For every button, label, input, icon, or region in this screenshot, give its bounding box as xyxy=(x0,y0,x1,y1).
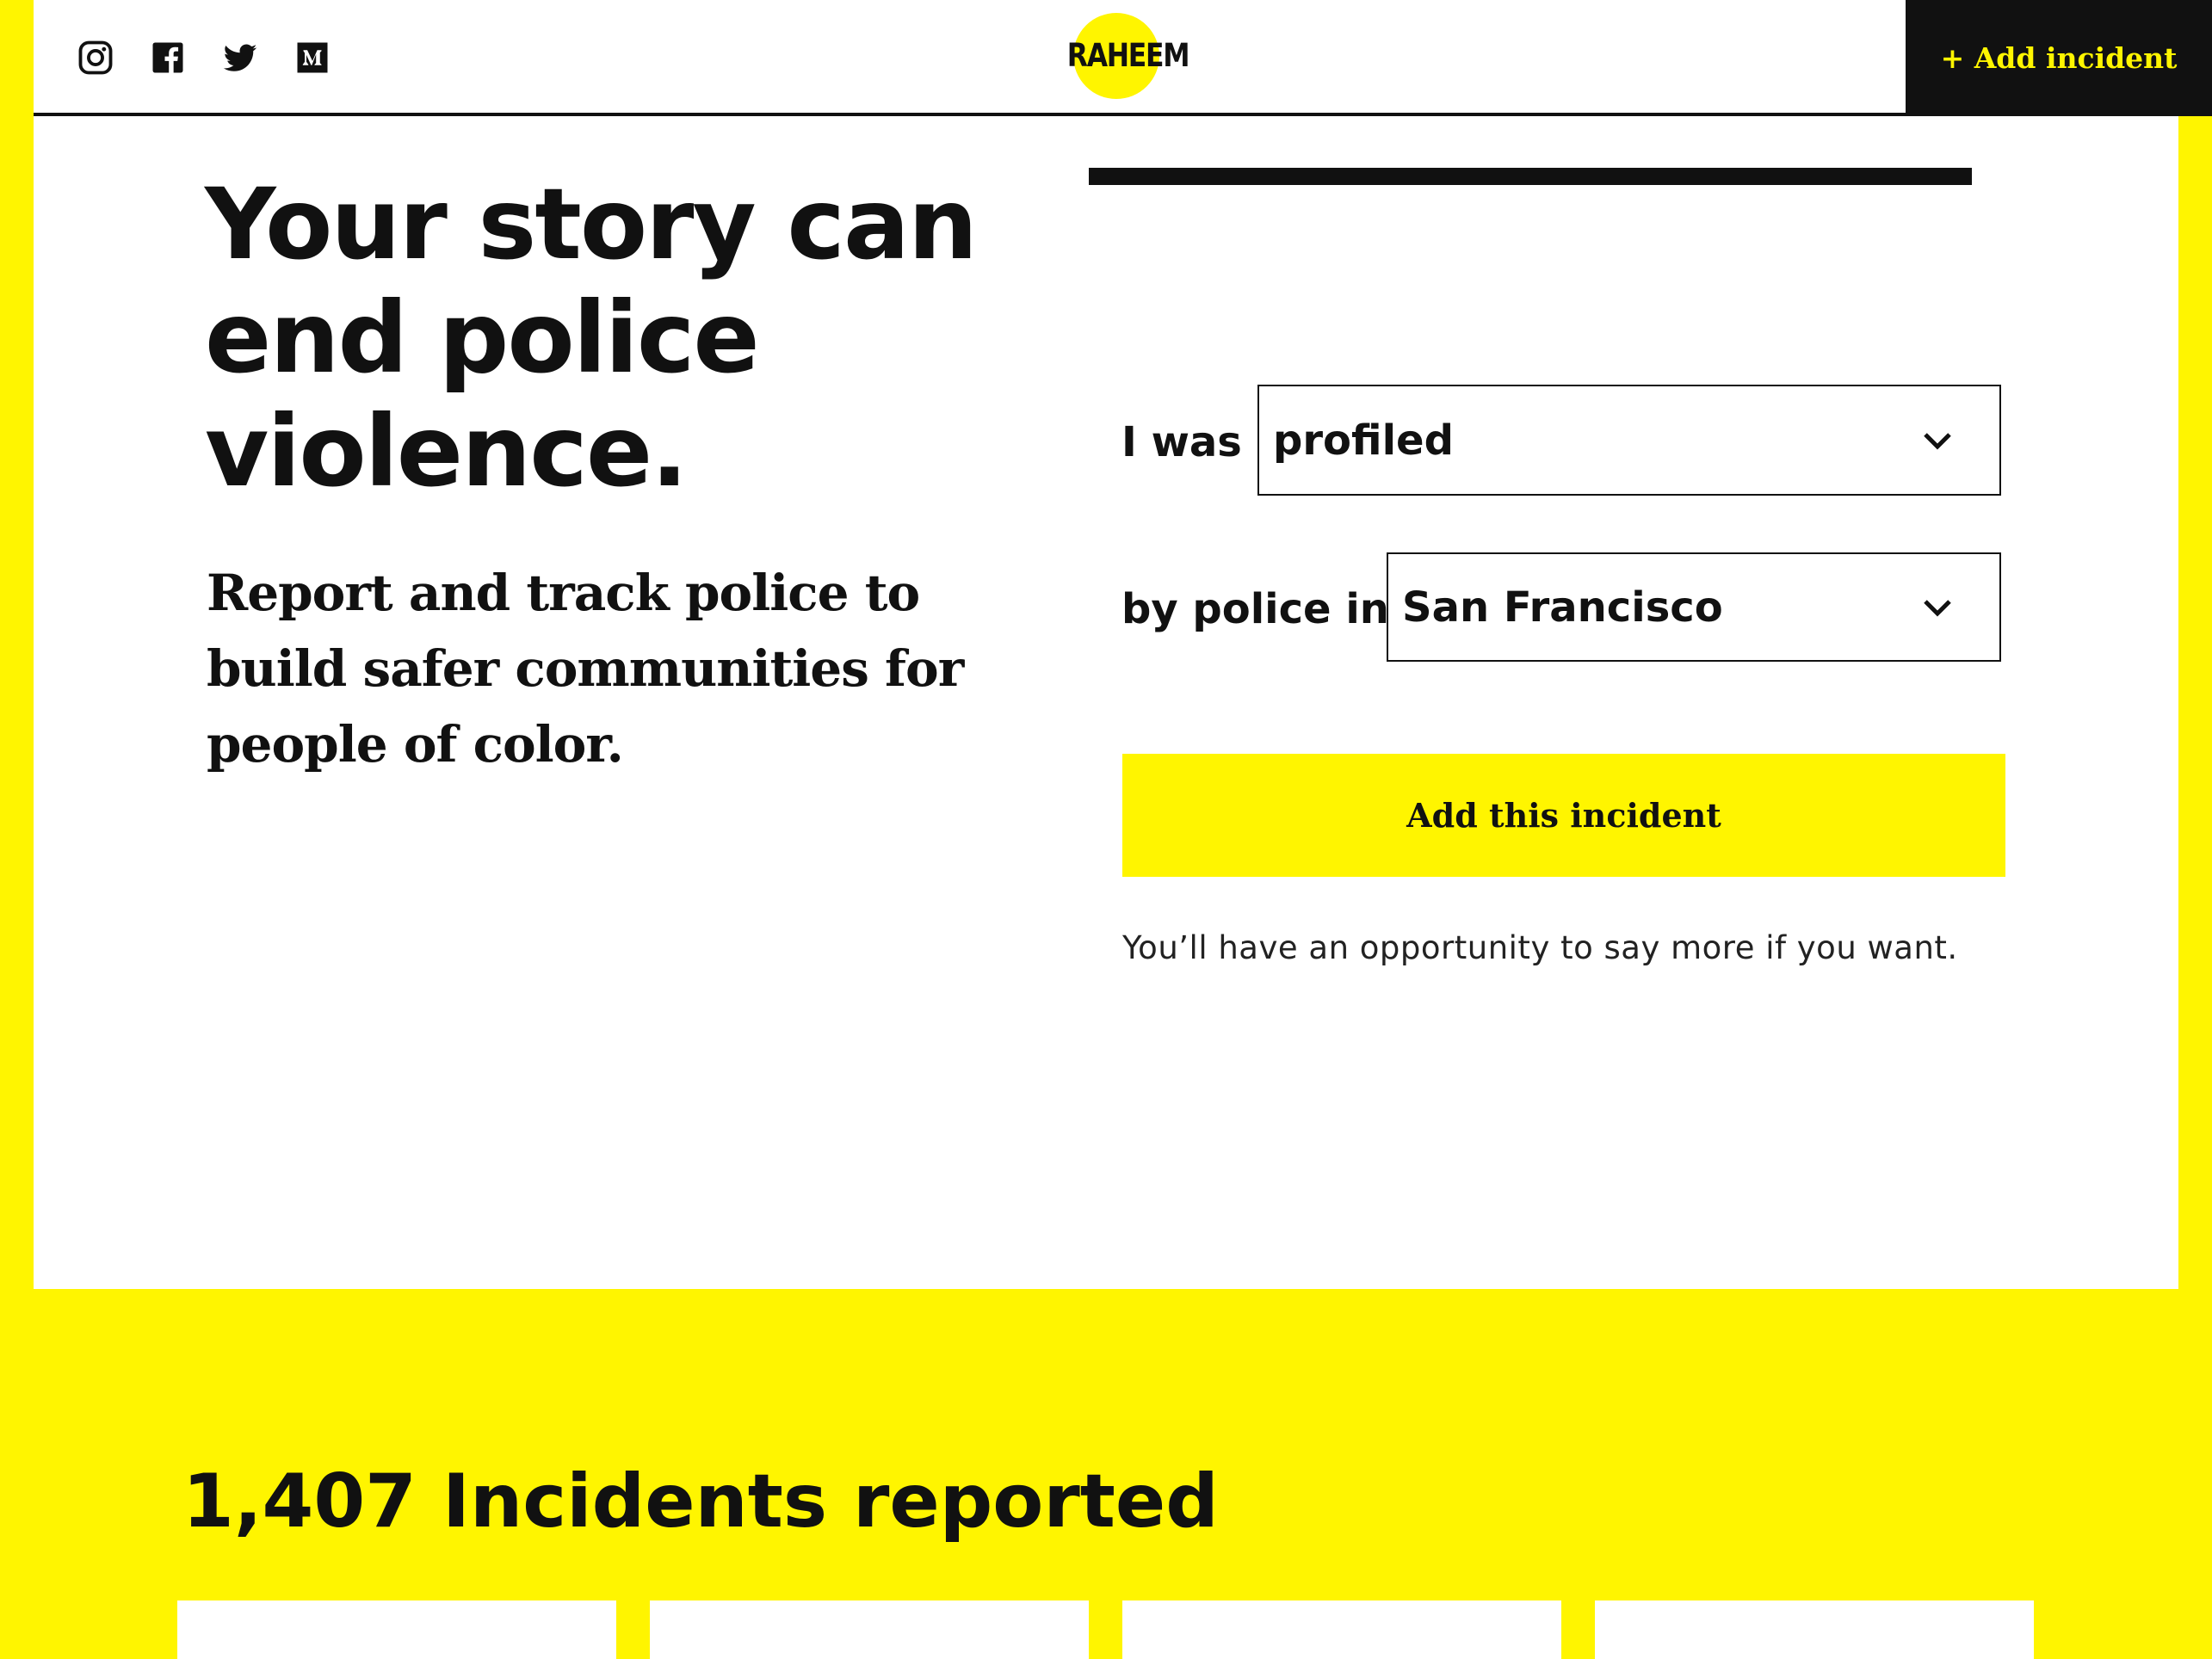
logo-text[interactable]: RAHEEM xyxy=(1067,34,1190,77)
incident-type-value: profiled xyxy=(1273,416,1454,465)
site-header xyxy=(34,0,1906,116)
incidents-count-heading: 1,407 Incidents reported xyxy=(182,1459,1219,1545)
incident-card[interactable] xyxy=(1122,1600,1561,1659)
page-subheadline: Report and track police to build safer c… xyxy=(207,564,964,774)
page-headline: Your story can end police violence. xyxy=(205,167,978,509)
add-this-incident-button[interactable]: Add this incident xyxy=(1122,754,2005,877)
label-i-was: I was xyxy=(1121,418,1242,466)
instagram-icon[interactable] xyxy=(77,40,114,76)
chevron-down-icon xyxy=(1920,595,1955,620)
city-select[interactable]: San Francisco xyxy=(1387,552,2001,662)
chevron-down-icon xyxy=(1920,428,1955,453)
incident-card[interactable] xyxy=(650,1600,1089,1659)
twitter-icon[interactable] xyxy=(222,40,258,76)
facebook-icon[interactable] xyxy=(150,40,186,76)
city-value: San Francisco xyxy=(1402,583,1723,632)
incident-card[interactable] xyxy=(177,1600,616,1659)
add-incident-header-button[interactable]: + Add incident xyxy=(1906,0,2212,116)
medium-icon[interactable] xyxy=(294,40,331,76)
incident-type-select[interactable]: profiled xyxy=(1257,385,2001,496)
incident-card[interactable] xyxy=(1595,1600,2034,1659)
label-by-police-in: by police in xyxy=(1121,585,1389,633)
form-note: You’ll have an opportunity to say more i… xyxy=(1122,929,1958,966)
form-top-rule xyxy=(1089,168,1972,185)
